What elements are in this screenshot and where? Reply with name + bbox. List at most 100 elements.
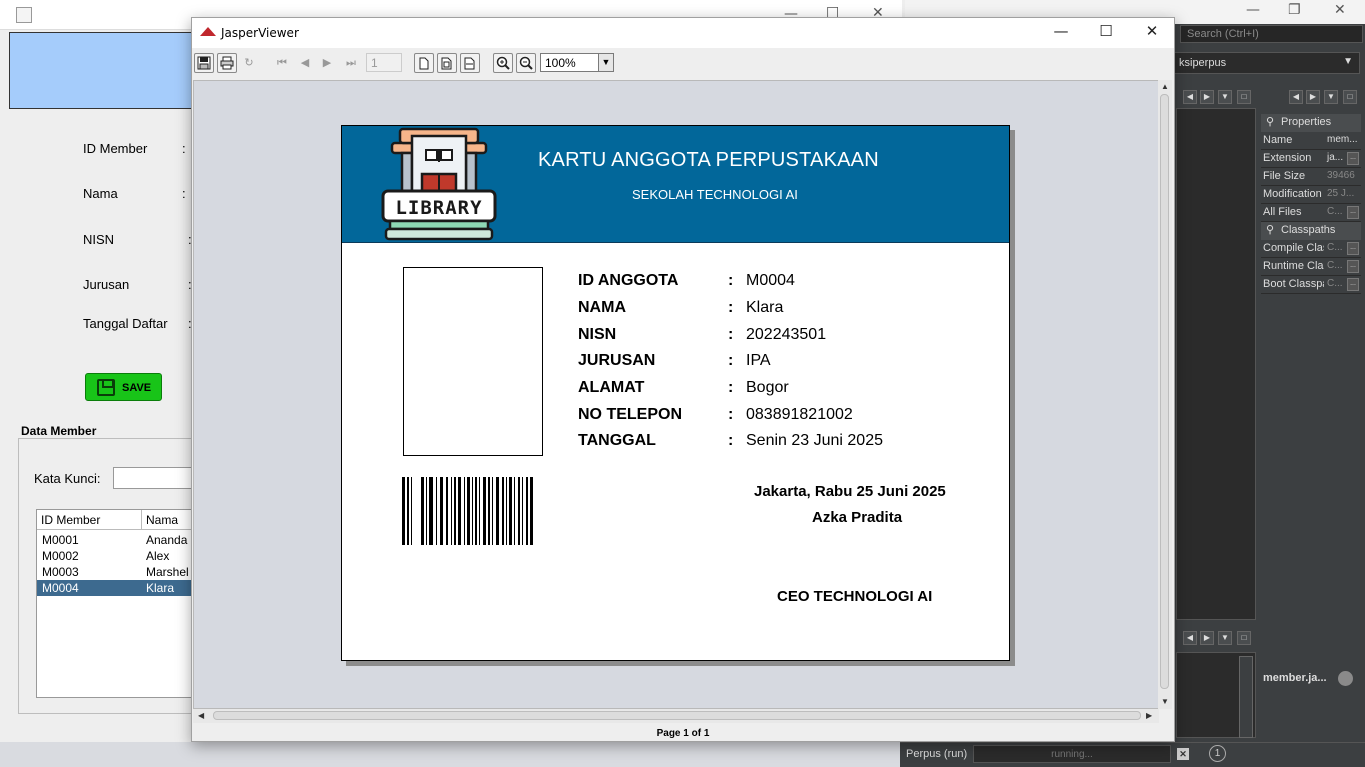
field-value-no-telepon: 083891821002 xyxy=(746,406,853,423)
table-row-selected[interactable]: M0004 Klara xyxy=(37,580,195,596)
property-row[interactable]: Runtime Clas C...... xyxy=(1261,258,1361,276)
zoom-out-icon[interactable] xyxy=(516,53,536,73)
field-label-nama: NAMA xyxy=(578,299,626,316)
field-label-alamat: ALAMAT xyxy=(578,379,645,396)
ide-search-input[interactable]: Search (Ctrl+I) xyxy=(1180,25,1363,43)
property-row[interactable]: Extension ja...... xyxy=(1261,150,1361,168)
dropdown-icon[interactable]: ▼ xyxy=(1218,631,1232,645)
colon: : xyxy=(728,326,734,343)
nav-forward-icon[interactable]: ▶ xyxy=(1200,631,1214,645)
property-row[interactable]: Boot Classpa C...... xyxy=(1261,276,1361,294)
vertical-scrollbar[interactable]: ▲ ▼ xyxy=(1158,80,1172,709)
field-value-jurusan: IPA xyxy=(746,352,771,369)
signature-name: Azka Pradita xyxy=(812,509,903,526)
nav-back-icon[interactable]: ◀ xyxy=(1183,90,1197,104)
card-title: KARTU ANGGOTA PERPUSTAKAAN xyxy=(538,149,879,171)
save-icon[interactable] xyxy=(194,53,214,73)
search-input[interactable] xyxy=(113,467,203,489)
property-row[interactable]: All Files C...... xyxy=(1261,204,1361,222)
page-number-input[interactable]: 1 xyxy=(366,53,402,72)
field-value-id-anggota: M0004 xyxy=(746,272,795,289)
previous-page-icon[interactable]: ◀ xyxy=(295,53,315,73)
maximize-icon[interactable]: □ xyxy=(1237,90,1251,104)
restore-icon[interactable]: ❐ xyxy=(1288,2,1301,18)
ide-projects-panel xyxy=(1176,108,1256,620)
scroll-right-icon[interactable]: ▶ xyxy=(1146,711,1152,720)
property-row[interactable]: Name mem... xyxy=(1261,132,1361,150)
colon: : xyxy=(728,352,734,369)
ellipsis-button[interactable]: ... xyxy=(1347,278,1359,291)
first-page-icon[interactable]: ⏮ xyxy=(272,53,292,73)
notifications-icon[interactable]: 1 xyxy=(1209,745,1226,762)
output-scrollbar[interactable] xyxy=(1239,656,1253,738)
colon: : xyxy=(728,432,734,449)
dropdown-icon[interactable]: ▼ xyxy=(1218,90,1232,104)
status-dot-icon xyxy=(1338,671,1353,686)
property-row[interactable]: Compile Clas C...... xyxy=(1261,240,1361,258)
column-header-id-member[interactable]: ID Member xyxy=(37,510,142,530)
report-canvas: LIBRARY KARTU ANGGOTA PERPUSTAKAAN SEKOL… xyxy=(193,80,1159,709)
tanggal-daftar-label: Tanggal Daftar xyxy=(83,316,168,331)
print-icon[interactable] xyxy=(217,53,237,73)
scrollbar-thumb[interactable] xyxy=(1160,94,1169,689)
scrollbar-thumb[interactable] xyxy=(213,711,1141,720)
table-row[interactable]: M0002 Alex xyxy=(37,548,195,564)
run-label: Perpus (run) xyxy=(906,748,968,760)
photo-placeholder xyxy=(403,267,543,456)
actual-size-icon[interactable] xyxy=(414,53,434,73)
data-member-title: Data Member xyxy=(21,424,97,438)
card-banner: LIBRARY KARTU ANGGOTA PERPUSTAKAAN SEKOL… xyxy=(342,126,1009,243)
property-row[interactable]: Modification 25 J... xyxy=(1261,186,1361,204)
field-value-nama: Klara xyxy=(746,299,784,316)
navigator-file[interactable]: member.ja... xyxy=(1263,672,1327,684)
last-page-icon[interactable]: ⏭ xyxy=(341,53,361,73)
library-logo-icon: LIBRARY xyxy=(381,127,497,241)
java-app-icon xyxy=(16,7,32,23)
close-icon[interactable]: ✕ xyxy=(1132,22,1172,40)
project-combo[interactable]: ksiperpus ▼ xyxy=(1172,52,1360,74)
minimize-icon[interactable]: — xyxy=(1041,22,1081,40)
maximize-icon[interactable]: □ xyxy=(1343,90,1357,104)
jasper-logo-icon xyxy=(200,27,216,36)
chevron-down-icon[interactable]: ▼ xyxy=(598,53,614,72)
maximize-icon[interactable]: ☐ xyxy=(1086,22,1126,40)
nav-forward-icon[interactable]: ▶ xyxy=(1306,90,1320,104)
ellipsis-button[interactable]: ... xyxy=(1347,242,1359,255)
floppy-disk-icon xyxy=(97,379,115,396)
ellipsis-button[interactable]: ... xyxy=(1347,260,1359,273)
colon: : xyxy=(728,406,734,423)
fit-width-icon[interactable] xyxy=(460,53,480,73)
scroll-down-icon[interactable]: ▼ xyxy=(1161,697,1169,706)
table-row[interactable]: M0003 Marshel xyxy=(37,564,195,580)
horizontal-scrollbar[interactable]: ◀ ▶ xyxy=(193,709,1159,723)
ellipsis-button[interactable]: ... xyxy=(1347,206,1359,219)
cancel-run-icon[interactable]: ✕ xyxy=(1177,748,1189,760)
ellipsis-button[interactable]: ... xyxy=(1347,152,1359,165)
property-row[interactable]: File Size 39466 xyxy=(1261,168,1361,186)
properties-panel: ⚲ Properties Name mem... Extension ja.....… xyxy=(1261,114,1361,314)
zoom-in-icon[interactable] xyxy=(493,53,513,73)
table-row[interactable]: M0001 Ananda xyxy=(37,532,195,548)
classpaths-header[interactable]: ⚲ Classpaths xyxy=(1261,222,1361,240)
nav-forward-icon[interactable]: ▶ xyxy=(1200,90,1214,104)
reload-icon[interactable]: ↻ xyxy=(239,53,259,73)
column-header-nama[interactable]: Nama xyxy=(142,510,195,530)
properties-header[interactable]: ⚲ Properties xyxy=(1261,114,1361,132)
field-label-tanggal: TANGGAL xyxy=(578,432,656,449)
nav-back-icon[interactable]: ◀ xyxy=(1289,90,1303,104)
close-icon[interactable]: ✕ xyxy=(1334,2,1346,18)
scroll-left-icon[interactable]: ◀ xyxy=(198,711,204,720)
field-label-id-anggota: ID ANGGOTA xyxy=(578,272,679,289)
field-label-nisn: NISN xyxy=(578,326,617,343)
maximize-icon[interactable]: □ xyxy=(1237,631,1251,645)
scroll-up-icon[interactable]: ▲ xyxy=(1161,82,1169,91)
next-page-icon[interactable]: ▶ xyxy=(317,53,337,73)
dropdown-icon[interactable]: ▼ xyxy=(1324,90,1338,104)
fit-page-icon[interactable] xyxy=(437,53,457,73)
save-button[interactable]: SAVE xyxy=(85,373,162,401)
card-subtitle: SEKOLAH TECHNOLOGI AI xyxy=(632,187,798,202)
nav-back-icon[interactable]: ◀ xyxy=(1183,631,1197,645)
minimize-icon[interactable]: — xyxy=(1246,2,1260,18)
signature-role: CEO TECHNOLOGI AI xyxy=(777,588,933,605)
field-label-jurusan: JURUSAN xyxy=(578,352,656,369)
